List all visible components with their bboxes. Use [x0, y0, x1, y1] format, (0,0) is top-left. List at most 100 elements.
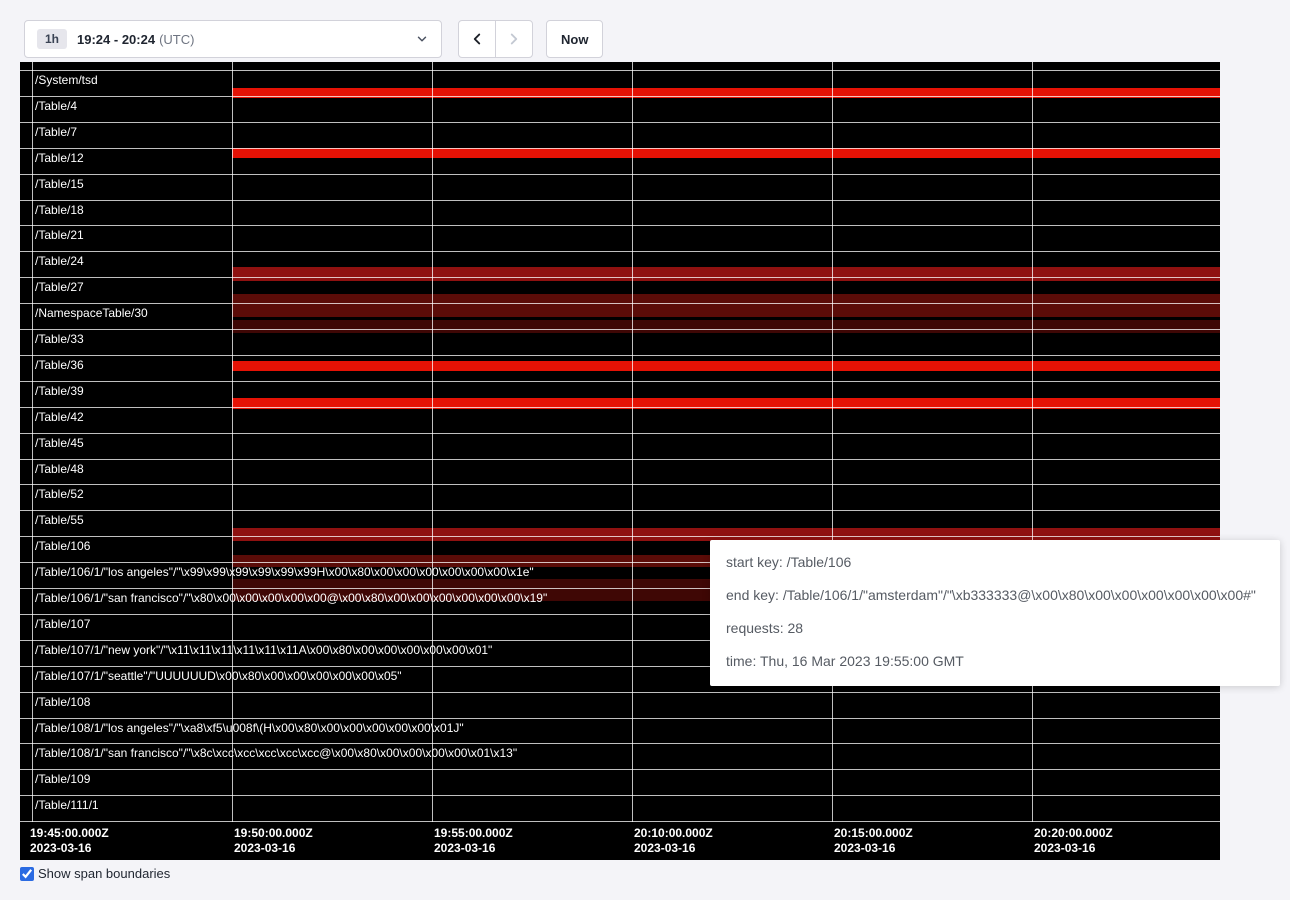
tooltip-requests: requests: 28: [726, 620, 1264, 636]
row-key-label: /Table/107/1/"new york"/"\x11\x11\x11\x1…: [35, 643, 492, 657]
span-boundary-line: [20, 692, 1220, 693]
x-axis-time: 19:55:00.000Z: [434, 826, 513, 841]
prev-time-button[interactable]: [458, 20, 496, 58]
span-boundary-line: [20, 225, 1220, 226]
heat-band: [232, 148, 1220, 158]
chevron-left-icon: [468, 30, 486, 48]
time-nav-group: [458, 20, 533, 58]
x-axis-label: 19:55:00.000Z2023-03-16: [434, 826, 513, 856]
time-gridline: [1032, 62, 1033, 822]
row-key-label: /Table/106/1/"san francisco"/"\x80\x00\x…: [35, 591, 547, 605]
row-key-label: /NamespaceTable/30: [35, 306, 148, 320]
span-boundary-line: [20, 251, 1220, 252]
time-gridline: [432, 62, 433, 822]
heat-band: [232, 320, 1220, 333]
x-axis-date: 2023-03-16: [234, 841, 313, 856]
span-boundary-line: [20, 484, 1220, 485]
show-span-boundaries-label: Show span boundaries: [38, 866, 170, 881]
x-axis-label: 20:20:00.000Z2023-03-16: [1034, 826, 1113, 856]
show-span-boundaries-control: Show span boundaries: [20, 866, 170, 881]
time-gridline: [232, 62, 233, 822]
span-boundary-line: [20, 329, 1220, 330]
x-axis-time: 20:15:00.000Z: [834, 826, 913, 841]
span-boundary-line: [20, 718, 1220, 719]
row-key-label: /Table/106: [35, 539, 90, 553]
row-key-label: /Table/39: [35, 384, 84, 398]
x-axis-date: 2023-03-16: [1034, 841, 1113, 856]
row-key-label: /Table/27: [35, 280, 84, 294]
time-gridline: [832, 62, 833, 822]
row-key-label: /Table/52: [35, 487, 84, 501]
x-axis-time: 20:20:00.000Z: [1034, 826, 1113, 841]
time-range-label: 19:24 - 20:24: [77, 32, 155, 47]
row-key-label: /Table/108/1/"san francisco"/"\x8c\xcc\x…: [35, 746, 517, 760]
row-key-label: /Table/7: [35, 125, 77, 139]
x-axis-label: 20:10:00.000Z2023-03-16: [634, 826, 713, 856]
row-key-label: /Table/42: [35, 410, 84, 424]
x-axis-label: 20:15:00.000Z2023-03-16: [834, 826, 913, 856]
span-boundary-line: [20, 303, 1220, 304]
row-key-label: /Table/18: [35, 203, 84, 217]
span-boundary-line: [20, 795, 1220, 796]
row-key-label: /Table/48: [35, 462, 84, 476]
time-gridline: [32, 62, 33, 822]
heat-band: [232, 267, 1220, 281]
span-boundary-line: [20, 381, 1220, 382]
row-key-label: /Table/21: [35, 228, 84, 242]
span-boundary-line: [20, 821, 1220, 822]
hover-tooltip: start key: /Table/106 end key: /Table/10…: [710, 540, 1280, 686]
span-boundary-line: [20, 459, 1220, 460]
time-gridline: [632, 62, 633, 822]
row-key-label: /Table/24: [35, 254, 84, 268]
row-key-label: /Table/107: [35, 617, 90, 631]
row-key-label: /Table/106/1/"los angeles"/"\x99\x99\x99…: [35, 565, 534, 579]
span-boundary-line: [20, 200, 1220, 201]
x-axis-label: 19:50:00.000Z2023-03-16: [234, 826, 313, 856]
span-boundary-line: [20, 96, 1220, 97]
span-boundary-line: [20, 433, 1220, 434]
x-axis-time: 20:10:00.000Z: [634, 826, 713, 841]
row-key-label: /Table/12: [35, 151, 84, 165]
row-key-label: /Table/111/1: [35, 798, 99, 812]
x-axis-time: 19:50:00.000Z: [234, 826, 313, 841]
heat-band: [232, 361, 1220, 371]
chevron-right-icon: [505, 30, 523, 48]
row-key-label: /Table/36: [35, 358, 84, 372]
next-time-button[interactable]: [495, 20, 533, 58]
span-boundary-line: [20, 277, 1220, 278]
x-axis-date: 2023-03-16: [834, 841, 913, 856]
key-visualizer-canvas[interactable]: /System/tsd/Table/4/Table/7/Table/12/Tab…: [20, 62, 1220, 860]
row-key-label: /Table/55: [35, 513, 84, 527]
row-key-label: /Table/33: [35, 332, 84, 346]
span-boundary-line: [20, 148, 1220, 149]
x-axis-date: 2023-03-16: [434, 841, 513, 856]
span-boundary-line: [20, 174, 1220, 175]
now-button[interactable]: Now: [546, 20, 603, 58]
row-key-label: /Table/107/1/"seattle"/"UUUUUUD\x00\x80\…: [35, 669, 402, 683]
tooltip-time: time: Thu, 16 Mar 2023 19:55:00 GMT: [726, 653, 1264, 669]
chevron-down-icon: [415, 32, 429, 46]
show-span-boundaries-checkbox[interactable]: [20, 867, 34, 881]
x-axis-time: 19:45:00.000Z: [30, 826, 109, 841]
row-key-label: /Table/108/1/"los angeles"/"\xa8\xf5\u00…: [35, 721, 464, 735]
x-axis-label: 19:45:00.000Z2023-03-16: [30, 826, 109, 856]
row-key-label: /Table/15: [35, 177, 84, 191]
span-boundary-line: [20, 122, 1220, 123]
x-axis-date: 2023-03-16: [634, 841, 713, 856]
span-boundary-line: [20, 510, 1220, 511]
tooltip-start-key: start key: /Table/106: [726, 554, 1264, 570]
timezone-label: (UTC): [159, 32, 194, 47]
x-axis-date: 2023-03-16: [30, 841, 109, 856]
span-boundary-line: [20, 536, 1220, 537]
time-range-dropdown[interactable]: 1h 19:24 - 20:24 (UTC): [24, 20, 442, 58]
row-key-label: /Table/45: [35, 436, 84, 450]
span-boundary-line: [20, 769, 1220, 770]
duration-badge: 1h: [37, 29, 67, 49]
span-boundary-line: [20, 355, 1220, 356]
row-key-label: /System/tsd: [35, 73, 98, 87]
row-key-label: /Table/109: [35, 772, 90, 786]
heat-band: [232, 294, 1220, 317]
row-key-label: /Table/4: [35, 99, 77, 113]
tooltip-end-key: end key: /Table/106/1/"amsterdam"/"\xb33…: [726, 587, 1264, 603]
row-key-label: /Table/108: [35, 695, 90, 709]
